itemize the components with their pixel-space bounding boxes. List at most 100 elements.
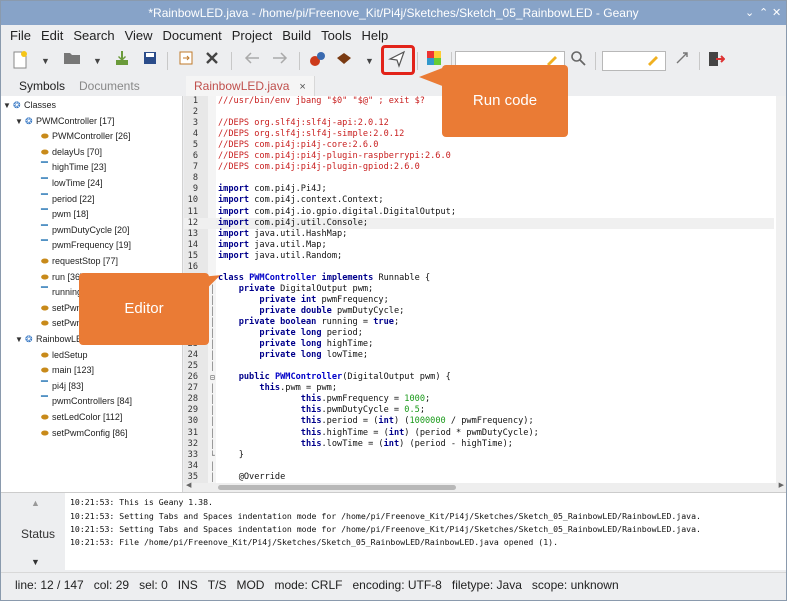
code-line[interactable]: 18│ private DigitalOutput pwm; <box>184 284 774 295</box>
maximize-icon[interactable]: ⌃ <box>759 1 768 25</box>
symbol-tree-item[interactable]: ▼ ❂ RainbowLE <box>15 332 82 347</box>
code-line[interactable]: 20│ private double pwmDutyCycle; <box>184 306 774 317</box>
code-line[interactable]: 26 ⊟ public PWMController(DigitalOutput p… <box>184 372 774 383</box>
code-line[interactable]: 33 └ } <box>184 450 774 461</box>
code-line[interactable]: 32 │ this.lowTime = (int) (period - highT… <box>184 439 774 450</box>
code-line[interactable]: 13 import java.util.HashMap; <box>184 229 774 240</box>
open-dropdown-icon[interactable]: ▼ <box>93 50 103 72</box>
code-line[interactable]: 9 import com.pi4j.Pi4J; <box>184 184 774 195</box>
new-file-icon[interactable] <box>9 50 31 72</box>
menu-edit[interactable]: Edit <box>36 25 68 46</box>
code-line[interactable]: 29 │ this.pwmDutyCycle = 0.5; <box>184 405 774 416</box>
close-file-icon[interactable] <box>201 50 223 72</box>
msg-tab-down-icon[interactable]: ▼ <box>31 557 40 567</box>
code-line[interactable]: 30 │ this.period = (int) (1000000 / pwmFr… <box>184 416 774 427</box>
code-line[interactable]: 15 import java.util.Random; <box>184 251 774 262</box>
symbol-tree-item[interactable]: ⬬ setPwmConfig [86] <box>41 426 128 441</box>
new-file-dropdown-icon[interactable]: ▼ <box>41 50 51 72</box>
symbol-tree-item[interactable]: ▔ pi4j [83] <box>41 379 84 394</box>
symbol-tree-item[interactable]: ⬬ ledSetup <box>41 348 88 363</box>
code-line[interactable]: 24 │ private long lowTime; <box>184 350 774 361</box>
tab-close-icon[interactable]: × <box>299 81 305 93</box>
symbol-tree-item[interactable]: ▔ period [22] <box>41 192 95 207</box>
code-line[interactable]: 8 <box>184 173 774 184</box>
code-line[interactable]: 22│ private long period; <box>184 328 774 339</box>
clear-goto-icon[interactable] <box>642 51 664 73</box>
symbol-tree-item[interactable]: ⬬ setPwm <box>41 316 84 331</box>
forward-icon[interactable] <box>269 50 291 72</box>
menu-project[interactable]: Project <box>227 25 277 46</box>
code-line[interactable]: 31 │ this.highTime = (int) (period * pwmD… <box>184 428 774 439</box>
tab-rainbowled-java[interactable]: RainbowLED.java × <box>186 76 315 96</box>
menu-tools[interactable]: Tools <box>316 25 356 46</box>
symbol-tree-item[interactable]: ▔ pwmDutyCycle [20] <box>41 223 130 238</box>
scroll-left-icon[interactable]: ◀ <box>186 481 191 489</box>
save-all-icon[interactable] <box>139 50 161 72</box>
symbol-tree-item[interactable]: ⬬ requestStop [77] <box>41 254 118 269</box>
symbol-tree-item[interactable]: ⬬ setPwm <box>41 301 84 316</box>
build-icon[interactable] <box>333 50 355 72</box>
msg-tab-up-icon[interactable]: ▲ <box>31 498 40 508</box>
code-line[interactable]: 7 //DEPS com.pi4j:pi4j-plugin-gpiod:2.6.0 <box>184 162 774 173</box>
symbol-tree-item[interactable]: ▔ pwmControllers [84] <box>41 394 132 409</box>
editor-horizontal-scrollbar[interactable]: ◀ ▶ <box>184 481 786 492</box>
symbol-tree-item[interactable]: ▼ ❂ Classes <box>3 98 56 113</box>
code-line[interactable]: 11 import com.pi4j.io.gpio.digital.Digita… <box>184 207 774 218</box>
minimize-icon[interactable]: ⌄ <box>745 1 754 25</box>
horizontal-scroll-thumb[interactable] <box>218 485 456 490</box>
code-line[interactable]: 27 │ this.pwm = pwm; <box>184 383 774 394</box>
tab-documents[interactable]: Documents <box>79 76 140 96</box>
menu-view[interactable]: View <box>120 25 158 46</box>
code-line[interactable]: 19│ private int pwmFrequency; <box>184 295 774 306</box>
code-line[interactable]: 23│ private long highTime; <box>184 339 774 350</box>
menu-document[interactable]: Document <box>158 25 227 46</box>
code-line[interactable]: 6 //DEPS com.pi4j:pi4j-plugin-raspberrypi… <box>184 151 774 162</box>
goto-line-icon[interactable] <box>671 50 693 72</box>
code-line[interactable]: 12 import com.pi4j.util.Console; <box>184 217 774 229</box>
code-line[interactable]: 28 │ this.pwmFrequency = 1000; <box>184 394 774 405</box>
code-line[interactable]: 17⊟class PWMController implements Runnab… <box>184 273 774 284</box>
code-editor[interactable]: 1 ///usr/bin/env jbang "$0" "$@" ; exit $… <box>184 96 786 483</box>
scroll-right-icon[interactable]: ▶ <box>779 481 784 489</box>
symbol-tree-item[interactable]: ▔ pwm [18] <box>41 207 89 222</box>
symbol-tree-item[interactable]: ⬬ main [123] <box>41 363 94 378</box>
menu-file[interactable]: File <box>5 25 36 46</box>
quit-icon[interactable] <box>705 50 727 72</box>
code-token: this <box>300 438 322 449</box>
compile-icon[interactable] <box>307 50 329 72</box>
symbol-tree-item[interactable]: ⬬ setLedColor [112] <box>41 410 122 425</box>
expand-arrow-icon[interactable]: ▼ <box>3 98 13 113</box>
symbol-tree-item[interactable]: ▔ lowTime [24] <box>41 176 103 191</box>
symbol-tree-item[interactable]: ⬬ run [36] <box>41 270 83 285</box>
symbol-tree-item[interactable]: ⬬ PWMController [26] <box>41 129 131 144</box>
menu-help[interactable]: Help <box>357 25 394 46</box>
code-line[interactable]: 25 │ <box>184 361 774 372</box>
symbol-tree-item[interactable]: ⬬ delayUs [70] <box>41 145 102 160</box>
menu-build[interactable]: Build <box>277 25 316 46</box>
fold-marker-icon[interactable]: ⊟ <box>210 372 217 383</box>
code-line[interactable]: 10 import com.pi4j.context.Context; <box>184 195 774 206</box>
expand-arrow-icon[interactable]: ▼ <box>15 332 25 347</box>
search-icon[interactable] <box>567 50 589 72</box>
code-line[interactable]: 21│ private boolean running = true; <box>184 317 774 328</box>
open-folder-icon[interactable] <box>61 50 83 72</box>
menu-search[interactable]: Search <box>68 25 119 46</box>
code-line[interactable]: 16 <box>184 262 774 273</box>
code-line[interactable]: 5 //DEPS com.pi4j:pi4j-core:2.6.0 <box>184 140 774 151</box>
code-line[interactable]: 35 │ @Override <box>184 472 774 483</box>
save-icon[interactable] <box>111 50 133 72</box>
code-line[interactable]: 34 │ <box>184 461 774 472</box>
expand-arrow-icon[interactable]: ▼ <box>15 114 25 129</box>
symbol-tree-item[interactable]: ▔ running <box>41 285 82 300</box>
symbol-tree-item[interactable]: ▔ pwmFrequency [19] <box>41 238 131 253</box>
close-window-icon[interactable]: ✕ <box>772 1 781 25</box>
editor-vertical-scrollbar[interactable] <box>776 96 786 483</box>
revert-icon[interactable] <box>175 50 197 72</box>
code-line[interactable]: 14 import java.util.Map; <box>184 240 774 251</box>
symbol-tree-item[interactable]: ▔ highTime [23] <box>41 160 106 175</box>
tab-status[interactable]: Status <box>21 527 55 541</box>
back-icon[interactable] <box>241 50 263 72</box>
build-dropdown-icon[interactable]: ▼ <box>365 50 375 72</box>
tab-symbols[interactable]: Symbols <box>19 76 65 96</box>
symbol-tree-item[interactable]: ▼ ❂ PWMController [17] <box>15 114 115 129</box>
